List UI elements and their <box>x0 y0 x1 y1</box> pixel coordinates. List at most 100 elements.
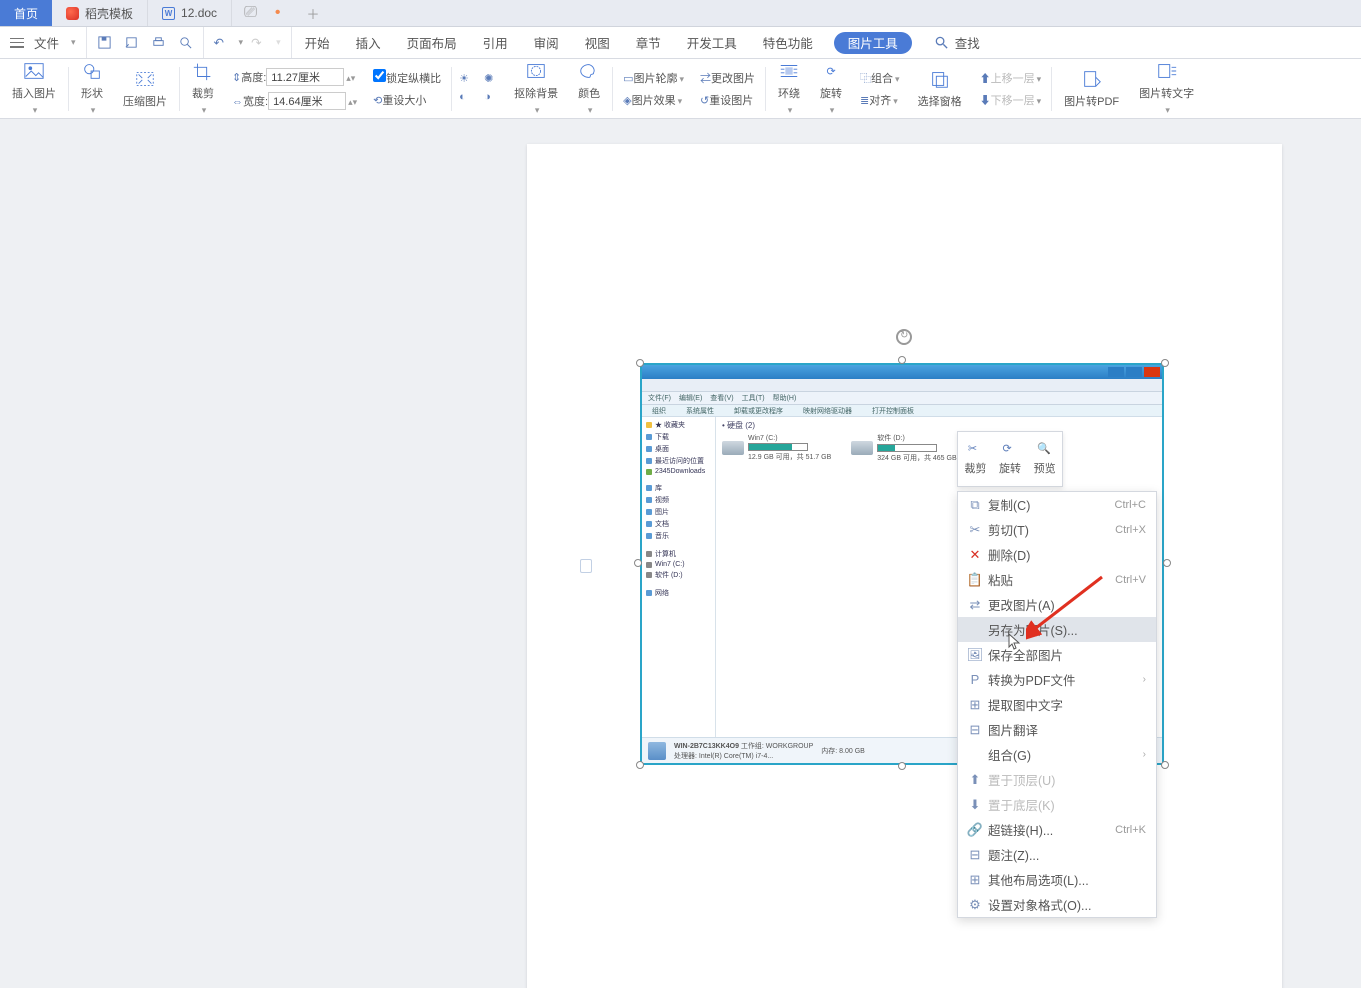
format-icon: ⚙ <box>966 897 984 913</box>
resize-handle-nw[interactable] <box>636 359 644 367</box>
pdf-icon: P <box>966 672 984 687</box>
rib-rotate[interactable]: ⟳旋转▾ <box>810 59 852 118</box>
menu-tab-view[interactable]: 视图 <box>572 27 623 58</box>
rib-insert-pic[interactable]: 插入图片▾ <box>2 59 66 118</box>
ctx-to-pdf[interactable]: P转换为PDF文件› <box>958 667 1156 692</box>
menu-tab-review[interactable]: 审阅 <box>521 27 572 58</box>
contrast-down-icon[interactable]: ◑ <box>484 91 499 106</box>
resize-handle-sw[interactable] <box>636 761 644 769</box>
menu-find[interactable]: 查找 <box>920 33 994 52</box>
rib-group[interactable]: ⿻组合▾ <box>857 69 903 87</box>
dot-icon[interactable]: • <box>275 4 281 22</box>
rib-reset-size[interactable]: ⟲重设大小 <box>370 91 444 109</box>
music-icon <box>646 533 652 539</box>
rib-wrap[interactable]: 环绕▾ <box>768 59 810 118</box>
document-canvas[interactable]: 文件(F) 编辑(E) 查看(V) 工具(T) 帮助(H) 组织 系统属性 卸载… <box>0 119 1361 988</box>
tab-template[interactable]: 稻壳模板 <box>52 0 148 26</box>
rib-shape[interactable]: 形状▾ <box>71 59 113 118</box>
tab-document[interactable]: W12.doc <box>148 0 232 26</box>
save-all-icon: 🖼 <box>966 647 984 663</box>
resize-handle-w[interactable] <box>634 559 642 567</box>
copy-icon: ⧉ <box>966 497 984 513</box>
ctx-change-pic[interactable]: ⇄更改图片(A) <box>958 592 1156 617</box>
ctx-format[interactable]: ⚙设置对象格式(O)... <box>958 892 1156 917</box>
reset-pic-icon: ↺ <box>700 95 709 107</box>
brightness-icon[interactable]: ☀ <box>459 72 474 87</box>
rib-sel-pane[interactable]: 选择窗格 <box>908 59 972 118</box>
rib-reset-pic[interactable]: ↺重设图片 <box>697 91 758 109</box>
resize-handle-se[interactable] <box>1161 761 1169 769</box>
rib-to-text[interactable]: 图片转文字▾ <box>1129 59 1204 118</box>
rotation-handle[interactable] <box>896 329 912 345</box>
ctx-hyperlink[interactable]: 🔗超链接(H)...Ctrl+K <box>958 817 1156 842</box>
ctx-paste[interactable]: 📋粘贴Ctrl+V <box>958 567 1156 592</box>
quick-rotate[interactable]: ⟳旋转 <box>993 432 1028 486</box>
contrast-icon[interactable]: ◐ <box>459 91 474 106</box>
rib-color[interactable]: 颜色▾ <box>568 59 610 118</box>
ctx-delete[interactable]: ✕删除(D) <box>958 542 1156 567</box>
menu-tab-insert[interactable]: 插入 <box>343 27 394 58</box>
save-icon[interactable] <box>97 35 112 50</box>
quick-crop[interactable]: ✂裁剪 <box>958 432 993 486</box>
redo-icon[interactable]: ↷ <box>251 35 266 50</box>
rib-lock[interactable]: 锁定纵横比 <box>370 68 444 87</box>
rib-compress[interactable]: 压缩图片 <box>113 59 177 118</box>
menu-file[interactable]: 文件 <box>34 33 59 52</box>
ctx-save-as-pic[interactable]: 另存为图片(S)... <box>958 617 1156 642</box>
menu-tab-picture-tools[interactable]: 图片工具 <box>834 32 912 54</box>
print-icon[interactable] <box>151 35 166 50</box>
menu-tab-dev[interactable]: 开发工具 <box>674 27 750 58</box>
rib-remove-bg[interactable]: 抠除背景▾ <box>504 59 568 118</box>
brightness-down-icon[interactable]: ✺ <box>484 72 499 87</box>
ctx-layout[interactable]: ⊞其他布局选项(L)... <box>958 867 1156 892</box>
embed-menu: 文件(F) 编辑(E) 查看(V) 工具(T) 帮助(H) <box>642 392 1162 405</box>
rib-effect[interactable]: ◈图片效果▾ <box>620 91 687 109</box>
computer-icon <box>646 551 652 557</box>
quick-preview[interactable]: 🔍预览 <box>1027 432 1062 486</box>
rib-order-col: ⬆上移一层▾ ⬇下移一层▾ <box>972 59 1050 118</box>
resize-handle-ne[interactable] <box>1161 359 1169 367</box>
menu-tab-feature[interactable]: 特色功能 <box>750 27 826 58</box>
video-icon <box>646 497 652 503</box>
menu-tab-start[interactable]: 开始 <box>292 27 343 58</box>
send-back-icon: ⬇ <box>980 95 991 107</box>
resize-handle-e[interactable] <box>1163 559 1171 567</box>
ctx-translate[interactable]: ⊟图片翻译 <box>958 717 1156 742</box>
ctx-cut[interactable]: ✂剪切(T)Ctrl+X <box>958 517 1156 542</box>
rib-lock-reset: 锁定纵横比 ⟲重设大小 <box>365 59 449 118</box>
ctx-caption[interactable]: ⊟题注(Z)... <box>958 842 1156 867</box>
quick-access <box>87 27 204 58</box>
print-preview-icon[interactable] <box>124 35 139 50</box>
lock-checkbox[interactable] <box>373 69 386 82</box>
align-icon: ≣ <box>860 95 869 107</box>
menu-tab-layout[interactable]: 页面布局 <box>394 27 470 58</box>
resize-handle-s[interactable] <box>898 762 906 770</box>
embed-titlebar <box>642 365 1162 379</box>
menu-tab-chapter[interactable]: 章节 <box>623 27 674 58</box>
height-input[interactable] <box>266 68 344 86</box>
tab-home[interactable]: 首页 <box>0 0 52 26</box>
resize-handle-n[interactable] <box>898 356 906 364</box>
menu-tab-ref[interactable]: 引用 <box>470 27 521 58</box>
rib-to-pdf[interactable]: 图片转PDF <box>1054 59 1129 118</box>
hdd-icon <box>722 441 744 455</box>
rib-style-col1: ▭图片轮廓▾ ◈图片效果▾ <box>615 59 692 118</box>
rib-outline[interactable]: ▭图片轮廓▾ <box>620 69 687 87</box>
width-input[interactable] <box>268 92 346 110</box>
ctx-copy[interactable]: ⧉复制(C)Ctrl+C <box>958 492 1156 517</box>
tab-add[interactable]: ＋ <box>292 0 333 26</box>
undo-icon[interactable]: ↶ <box>214 35 229 50</box>
remove-bg-icon <box>525 61 547 81</box>
ctx-save-all[interactable]: 🖼保存全部图片 <box>958 642 1156 667</box>
screen-icon[interactable]: ⎚ <box>244 4 257 22</box>
ctx-extract-text[interactable]: ⊞提取图中文字 <box>958 692 1156 717</box>
rib-align[interactable]: ≣对齐▾ <box>857 91 903 109</box>
rib-crop[interactable]: 裁剪▾ <box>182 59 224 118</box>
ctx-group[interactable]: 组合(G)› <box>958 742 1156 767</box>
win-min-icon <box>1108 367 1124 377</box>
preview-icon[interactable] <box>178 35 193 50</box>
rib-change[interactable]: ⇄更改图片 <box>697 69 758 87</box>
hamburger-icon[interactable] <box>10 38 24 48</box>
star-icon <box>646 422 652 428</box>
pc-icon <box>648 742 666 760</box>
